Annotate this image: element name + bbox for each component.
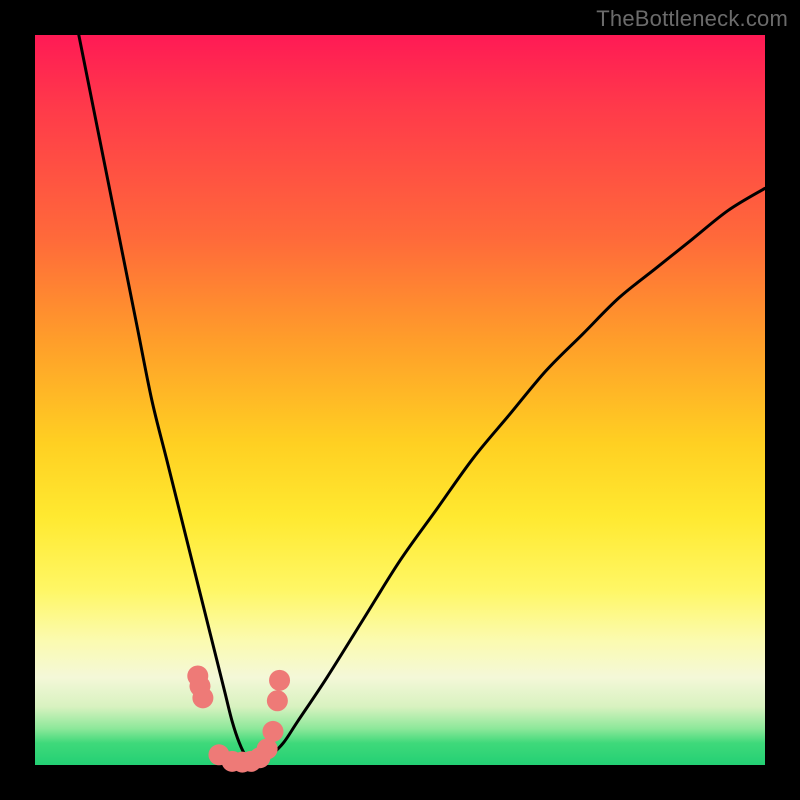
- watermark-text: TheBottleneck.com: [596, 6, 788, 32]
- highlight-marker: [262, 721, 283, 742]
- highlight-marker: [192, 687, 213, 708]
- highlight-markers: [187, 665, 290, 772]
- highlight-marker: [269, 670, 290, 691]
- highlight-marker: [267, 690, 288, 711]
- curve-layer: [35, 35, 765, 765]
- plot-area: [35, 35, 765, 765]
- bottleneck-curve: [79, 35, 765, 766]
- chart-frame: TheBottleneck.com: [0, 0, 800, 800]
